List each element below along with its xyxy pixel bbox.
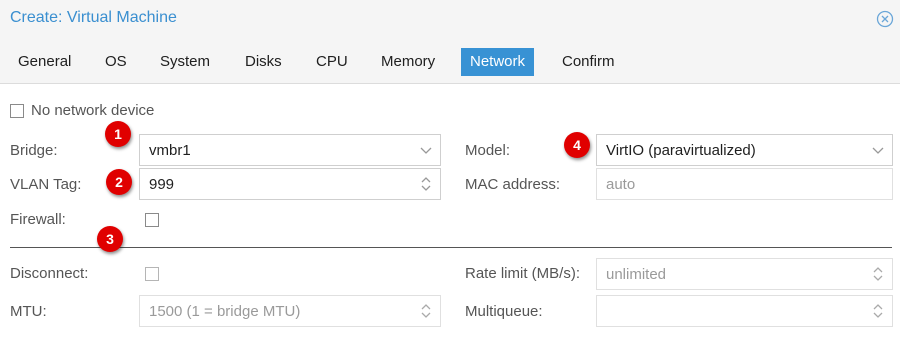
advanced-separator bbox=[10, 247, 892, 248]
tab-network[interactable]: Network bbox=[461, 48, 535, 76]
window-title: Create: Virtual Machine bbox=[10, 9, 177, 26]
mtu-placeholder: 1500 (1 = bridge MTU) bbox=[149, 303, 301, 320]
bridge-select[interactable]: vmbr1 bbox=[139, 134, 441, 166]
bridge-value: vmbr1 bbox=[149, 142, 191, 159]
disconnect-label: Disconnect: bbox=[10, 265, 89, 282]
annotation-marker-2: 2 bbox=[106, 169, 132, 195]
tab-general[interactable]: General bbox=[9, 48, 80, 76]
mac-address-input[interactable]: auto bbox=[596, 168, 893, 200]
multiqueue-input[interactable] bbox=[596, 295, 893, 327]
bridge-label: Bridge: bbox=[10, 142, 58, 159]
firewall-label: Firewall: bbox=[10, 211, 66, 228]
mac-address-placeholder: auto bbox=[606, 176, 636, 193]
tab-cpu[interactable]: CPU bbox=[307, 48, 357, 76]
tab-system[interactable]: System bbox=[151, 48, 219, 76]
close-icon[interactable] bbox=[876, 10, 894, 28]
tab-memory[interactable]: Memory bbox=[372, 48, 444, 76]
model-label: Model: bbox=[465, 142, 511, 159]
mac-address-label: MAC address: bbox=[465, 176, 561, 193]
spinner-arrows-icon[interactable] bbox=[418, 303, 434, 319]
rate-limit-input[interactable]: unlimited bbox=[596, 258, 893, 290]
mtu-label: MTU: bbox=[10, 303, 47, 320]
annotation-marker-3: 3 bbox=[97, 226, 123, 252]
vlan-tag-label: VLAN Tag: bbox=[10, 176, 82, 193]
rate-limit-label: Rate limit (MB/s): bbox=[465, 265, 581, 282]
vlan-tag-value: 999 bbox=[149, 176, 175, 193]
spinner-arrows-icon[interactable] bbox=[870, 266, 886, 282]
chevron-down-icon[interactable] bbox=[870, 142, 886, 158]
window-titlebar: Create: Virtual Machine bbox=[0, 0, 900, 38]
model-value: VirtIO (paravirtualized) bbox=[606, 142, 756, 159]
spinner-arrows-icon[interactable] bbox=[418, 176, 434, 192]
chevron-down-icon[interactable] bbox=[418, 142, 434, 158]
rate-limit-placeholder: unlimited bbox=[606, 266, 667, 283]
firewall-checkbox[interactable] bbox=[145, 213, 159, 227]
no-network-label: No network device bbox=[31, 102, 155, 119]
annotation-marker-4: 4 bbox=[564, 132, 590, 158]
tab-disks[interactable]: Disks bbox=[236, 48, 291, 76]
wizard-tabbar: General OS System Disks CPU Memory Netwo… bbox=[0, 38, 900, 84]
no-network-checkbox[interactable] bbox=[10, 104, 24, 118]
multiqueue-label: Multiqueue: bbox=[465, 303, 543, 320]
tab-confirm[interactable]: Confirm bbox=[553, 48, 624, 76]
spinner-arrows-icon[interactable] bbox=[870, 303, 886, 319]
disconnect-checkbox[interactable] bbox=[145, 267, 159, 281]
tab-os[interactable]: OS bbox=[96, 48, 136, 76]
model-select[interactable]: VirtIO (paravirtualized) bbox=[596, 134, 893, 166]
annotation-marker-1: 1 bbox=[105, 121, 131, 147]
mtu-input[interactable]: 1500 (1 = bridge MTU) bbox=[139, 295, 441, 327]
vlan-tag-input[interactable]: 999 bbox=[139, 168, 441, 200]
